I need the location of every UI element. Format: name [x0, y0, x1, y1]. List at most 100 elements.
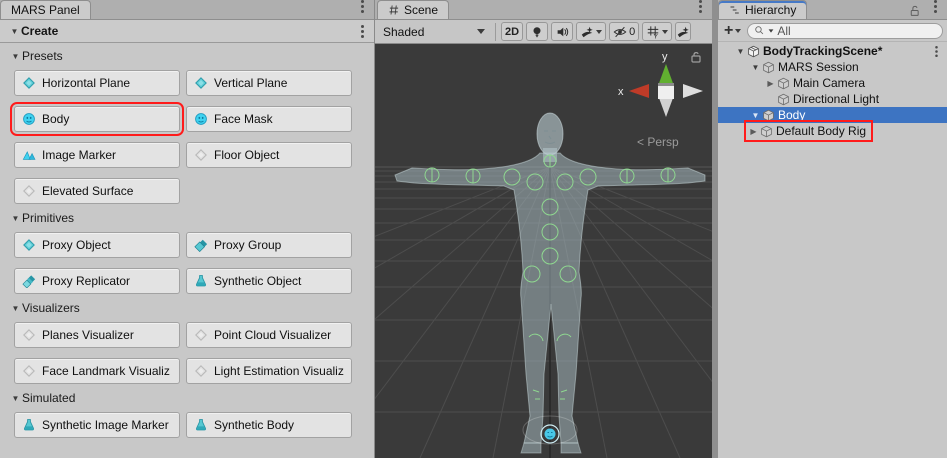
tree-row-mars-session[interactable]: ▼ MARS Session [718, 59, 947, 75]
plane-diamond-icon [22, 76, 36, 90]
face-mask-button[interactable]: Face Mask [186, 106, 352, 132]
scene-tab-label: Scene [404, 3, 438, 17]
primitives-buttons: Proxy Object Proxy Group Proxy Replicato… [14, 232, 374, 294]
face-landmark-visualizer-button[interactable]: Face Landmark Visualiz [14, 358, 180, 384]
gameobject-cube-icon [760, 125, 773, 138]
button-label: Horizontal Plane [42, 76, 130, 90]
presets-foldout-icon[interactable]: ▼ [9, 52, 22, 61]
simulated-foldout-icon[interactable]: ▼ [9, 394, 22, 403]
floor-object-button[interactable]: Floor Object [186, 142, 352, 168]
visualizers-foldout-icon[interactable]: ▼ [9, 304, 22, 313]
lock-open-icon[interactable] [908, 4, 921, 17]
tree-label: BodyTrackingScene* [763, 44, 882, 58]
tree-row-body[interactable]: ▼ Body [718, 107, 947, 123]
planes-visualizer-button[interactable]: Planes Visualizer [14, 322, 180, 348]
button-label: Elevated Surface [42, 184, 133, 198]
vertical-plane-button[interactable]: Vertical Plane [186, 70, 352, 96]
tree-row-scene[interactable]: ▼ BodyTrackingScene* [718, 43, 947, 59]
primitives-foldout-icon[interactable]: ▼ [9, 214, 22, 223]
grid-settings-button[interactable] [642, 22, 672, 41]
horizontal-plane-button[interactable]: Horizontal Plane [14, 70, 180, 96]
scene-audio-button[interactable] [551, 22, 573, 41]
hierarchy-tabstrip: Hierarchy [718, 0, 947, 20]
chevron-down-icon [477, 29, 485, 34]
scene-lighting-button[interactable] [526, 22, 548, 41]
scene-tabstrip: Scene [375, 0, 712, 20]
presets-label: Presets [22, 49, 63, 63]
proxy-object-button[interactable]: Proxy Object [14, 232, 180, 258]
chevron-down-icon [662, 30, 668, 34]
presets-buttons: Horizontal Plane Vertical Plane Body Fac… [14, 70, 374, 204]
gameobject-cube-icon [777, 77, 790, 90]
gizmo-x-label: x [618, 86, 624, 98]
tool-icon [676, 25, 690, 39]
scene-row-menu-icon[interactable] [935, 50, 938, 53]
mars-panel-tabstrip: MARS Panel [0, 0, 374, 20]
clipped-toolbar-button[interactable] [675, 22, 691, 41]
section-primitives[interactable]: ▼ Primitives [9, 211, 374, 225]
teal-diamond-icon [22, 238, 36, 252]
foldout-icon[interactable]: ▶ [764, 79, 777, 88]
body-face-icon [22, 112, 36, 126]
visualizers-label: Visualizers [22, 301, 80, 315]
tree-row-default-body-rig[interactable]: ▶ Default Body Rig [718, 123, 947, 139]
hierarchy-search-input[interactable]: All [747, 23, 943, 39]
body-button[interactable]: Body [14, 106, 180, 132]
scene-panel: Scene Shaded 2D [375, 0, 712, 458]
foldout-icon[interactable]: ▼ [734, 47, 747, 56]
shading-mode-dropdown[interactable]: Shaded [378, 22, 490, 41]
tab-hierarchy[interactable]: Hierarchy [718, 0, 807, 19]
tree-label: MARS Session [778, 60, 859, 74]
button-label: Point Cloud Visualizer [214, 328, 331, 342]
foldout-icon[interactable]: ▶ [747, 127, 760, 136]
toggle-2d-button[interactable]: 2D [501, 22, 523, 41]
create-header[interactable]: ▼ Create [0, 20, 374, 43]
button-label: Proxy Group [214, 238, 281, 252]
button-label: Vertical Plane [214, 76, 287, 90]
flask-icon [194, 274, 208, 288]
section-simulated[interactable]: ▼ Simulated [9, 391, 374, 405]
hierarchy-tree: ▼ BodyTrackingScene* ▼ MARS Session ▶ Ma… [718, 42, 947, 458]
tab-mars-panel[interactable]: MARS Panel [0, 0, 91, 19]
light-estimation-visualizer-button[interactable]: Light Estimation Visualiz [186, 358, 352, 384]
elevated-surface-button[interactable]: Elevated Surface [14, 178, 180, 204]
create-foldout-icon[interactable]: ▼ [8, 27, 21, 36]
synthetic-object-button[interactable]: Synthetic Object [186, 268, 352, 294]
scene-visibility-button[interactable]: 0 [609, 22, 639, 41]
2d-label: 2D [505, 26, 519, 38]
diamond-group-icon [194, 238, 208, 252]
synthetic-image-marker-button[interactable]: Synthetic Image Marker [14, 412, 180, 438]
button-label: Synthetic Image Marker [42, 418, 169, 432]
point-cloud-visualizer-button[interactable]: Point Cloud Visualizer [186, 322, 352, 348]
tab-scene[interactable]: Scene [377, 0, 449, 19]
scene-viewport[interactable]: y x < Persp [375, 44, 712, 458]
gameobject-cube-icon [777, 93, 790, 106]
create-object-button[interactable]: + [722, 24, 743, 38]
primitives-label: Primitives [22, 211, 74, 225]
chevron-down-icon [735, 29, 741, 33]
search-icon [754, 25, 765, 36]
scene-menu-icon[interactable] [699, 5, 702, 8]
scene-effects-button[interactable] [576, 22, 606, 41]
synthetic-body-button[interactable]: Synthetic Body [186, 412, 352, 438]
tree-label: Main Camera [793, 76, 865, 90]
button-label: Face Mask [214, 112, 273, 126]
proxy-replicator-button[interactable]: Proxy Replicator [14, 268, 180, 294]
tree-row-main-camera[interactable]: ▶ Main Camera [718, 75, 947, 91]
foldout-icon[interactable]: ▼ [749, 111, 762, 120]
diamond-replicator-icon [22, 274, 36, 288]
proxy-group-button[interactable]: Proxy Group [186, 232, 352, 258]
foldout-icon[interactable]: ▼ [749, 63, 762, 72]
section-presets[interactable]: ▼ Presets [9, 49, 374, 63]
create-menu-icon[interactable] [361, 30, 364, 33]
tree-row-directional-light[interactable]: Directional Light [718, 91, 947, 107]
section-visualizers[interactable]: ▼ Visualizers [9, 301, 374, 315]
image-marker-icon [22, 148, 36, 162]
hierarchy-menu-icon[interactable] [934, 5, 937, 8]
scene-grid-icon [388, 4, 400, 16]
mars-panel-menu-icon[interactable] [361, 5, 364, 8]
gizmo-persp-label[interactable]: < Persp [637, 135, 679, 149]
image-marker-button[interactable]: Image Marker [14, 142, 180, 168]
hidden-count: 0 [629, 26, 635, 38]
hierarchy-toolbar: + All [718, 20, 947, 42]
